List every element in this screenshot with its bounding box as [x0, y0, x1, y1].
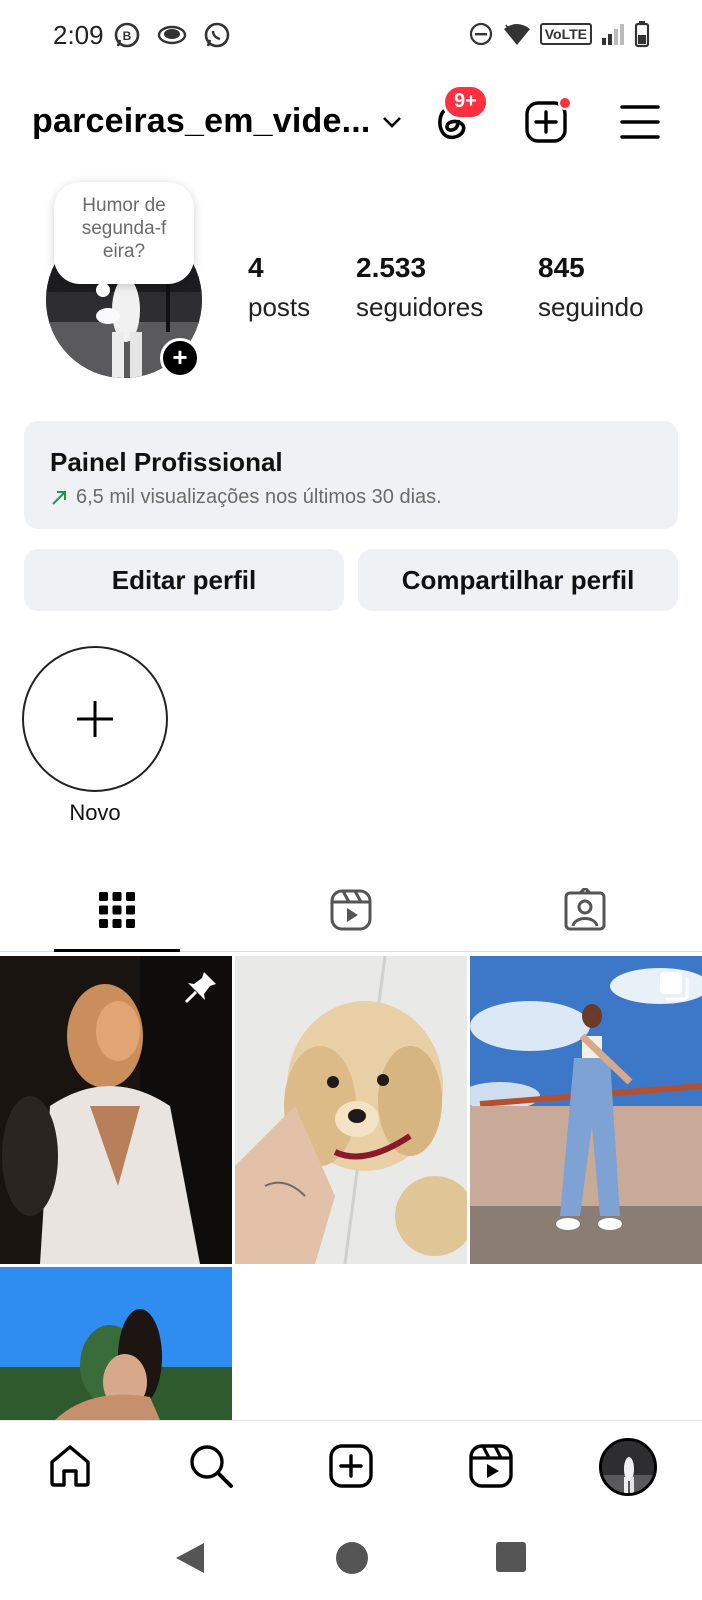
- stat-label: posts: [248, 292, 311, 322]
- status-time: 2:09: [53, 20, 104, 50]
- reels-icon: [469, 1444, 513, 1488]
- nav-home[interactable]: [45, 1441, 95, 1491]
- pin-icon: [184, 972, 216, 1004]
- new-highlight-label: Novo: [69, 800, 121, 825]
- stat-value: 4: [248, 252, 264, 283]
- stat-label: seguidores: [356, 292, 484, 322]
- search-icon: [190, 1445, 233, 1488]
- username-switcher[interactable]: parceiras_em_vide...: [32, 102, 371, 141]
- eye-icon: [157, 25, 187, 45]
- chevron-down-icon[interactable]: [380, 110, 404, 134]
- dashboard-subtitle: 6,5 mil visualizações nos últimos 30 dia…: [50, 486, 652, 509]
- plus-icon: [77, 701, 113, 737]
- threads-notification-badge: 9+: [442, 84, 489, 120]
- status-system-icons: VoLTE: [468, 20, 650, 48]
- signal-icon: [602, 24, 624, 45]
- professional-dashboard[interactable]: Painel Profissional 6,5 mil visualizaçõe…: [24, 421, 678, 529]
- grid-icon: [99, 892, 135, 928]
- system-navigation-bar: [0, 1510, 702, 1600]
- nav-create[interactable]: [326, 1441, 376, 1491]
- hamburger-menu-icon[interactable]: [620, 102, 660, 142]
- nav-reels[interactable]: [466, 1441, 516, 1491]
- tab-tagged[interactable]: [555, 880, 615, 940]
- back-button[interactable]: [172, 1540, 208, 1576]
- nav-profile[interactable]: [598, 1437, 658, 1497]
- edit-profile-button[interactable]: Editar perfil: [24, 549, 344, 611]
- post-thumbnail[interactable]: [235, 956, 467, 1264]
- recents-button[interactable]: [494, 1540, 528, 1574]
- whatsapp-business-icon: B: [114, 22, 140, 48]
- do-not-disturb-icon: [469, 22, 492, 46]
- post-thumbnail[interactable]: [0, 1267, 232, 1420]
- status-notification-icons: B: [112, 20, 232, 50]
- trend-up-arrow-icon: [52, 490, 66, 505]
- share-profile-button[interactable]: Compartilhar perfil: [358, 549, 678, 611]
- nav-search[interactable]: [186, 1441, 236, 1491]
- create-notification-dot: [558, 96, 572, 110]
- post-thumbnail[interactable]: [0, 956, 232, 1264]
- post-thumbnail[interactable]: [470, 956, 702, 1264]
- reels-icon: [330, 889, 372, 931]
- active-tab-indicator: [54, 949, 180, 952]
- status-bar: 2:09 B VoLTE: [0, 0, 702, 72]
- profile-header: parceiras_em_vide... 9+: [0, 80, 702, 160]
- create-icon: [329, 1444, 373, 1488]
- svg-text:B: B: [123, 29, 132, 43]
- whatsapp-icon: [204, 22, 230, 48]
- stat-followers[interactable]: 2.533 seguidores: [356, 252, 483, 323]
- stat-label: seguindo: [538, 292, 644, 322]
- stat-posts[interactable]: 4 posts: [248, 252, 310, 323]
- tab-grid[interactable]: [87, 880, 147, 940]
- stat-following[interactable]: 845 seguindo: [538, 252, 644, 323]
- profile-tabs: [0, 870, 702, 952]
- stat-value: 2.533: [356, 252, 427, 283]
- note-bubble-tail: [96, 283, 110, 297]
- volte-badge: VoLTE: [539, 23, 592, 45]
- battery-icon: [634, 21, 650, 48]
- tab-reels[interactable]: [321, 880, 381, 940]
- profile-avatar-icon: [599, 1438, 657, 1496]
- home-button[interactable]: [334, 1540, 370, 1576]
- wifi-icon: [503, 24, 530, 45]
- stat-value: 845: [538, 252, 585, 283]
- add-story-button[interactable]: +: [160, 338, 200, 378]
- dashboard-title: Painel Profissional: [50, 447, 283, 477]
- bottom-navigation: [0, 1420, 702, 1510]
- new-highlight-button[interactable]: [22, 646, 168, 792]
- tagged-icon: [564, 888, 606, 931]
- carousel-icon: [660, 972, 689, 1001]
- dashboard-views-text: 6,5 mil visualizações nos últimos 30 dia…: [76, 486, 442, 508]
- home-icon: [50, 1445, 90, 1487]
- note-bubble[interactable]: Humor de segunda-f eira?: [54, 182, 194, 284]
